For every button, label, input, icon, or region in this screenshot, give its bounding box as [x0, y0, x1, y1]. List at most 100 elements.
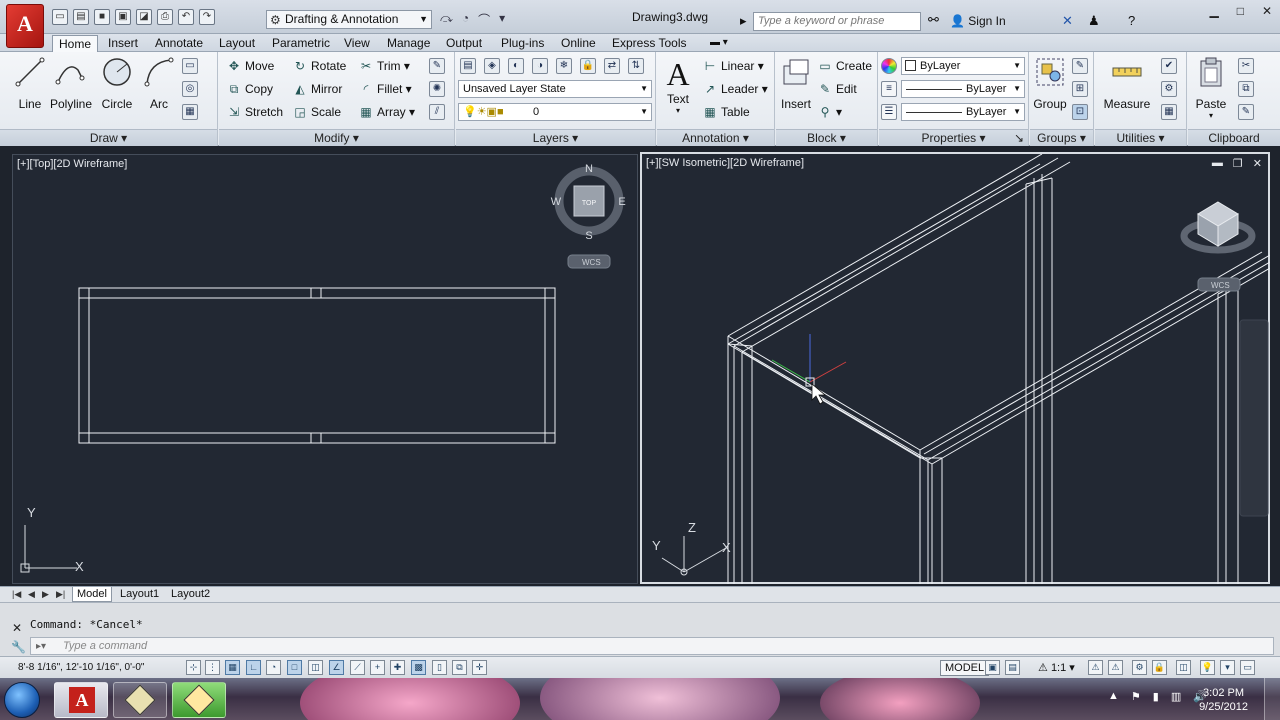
redo-icon[interactable]: ↷	[199, 9, 215, 25]
3d-object-snap-icon[interactable]: ◫	[308, 660, 323, 675]
dynamic-ucs-icon[interactable]: ⟋	[350, 660, 365, 675]
calculator-icon[interactable]: ▦	[1161, 104, 1177, 120]
object-snap-tracking-icon[interactable]: ∠	[329, 660, 344, 675]
layer-walk-icon[interactable]: ⇅	[628, 58, 644, 74]
edit-block-button[interactable]: ✎ Edit	[816, 80, 857, 98]
auto-scale-icon[interactable]: ⚠	[1108, 660, 1123, 675]
publish-icon[interactable]: ◪	[136, 9, 152, 25]
tab-express-tools[interactable]: Express Tools	[606, 35, 692, 52]
create-block-button[interactable]: ▭ Create	[816, 57, 872, 75]
toolbar-lock-icon[interactable]: 🔒	[1152, 660, 1167, 675]
layers-panel-title[interactable]: Layers ▾	[456, 129, 655, 146]
command-input[interactable]: Type a command	[30, 637, 1274, 655]
new-icon[interactable]: ▭	[52, 9, 68, 25]
coordinate-readout[interactable]: 8'-8 1/16", 12'-10 1/16", 0'-0"	[18, 662, 144, 673]
match-clip-icon[interactable]: ✎	[1238, 104, 1254, 120]
network-icon[interactable]: ▥	[1171, 690, 1181, 703]
quick-properties-icon[interactable]: ▯	[432, 660, 447, 675]
minimize-icon[interactable]: ▁	[1209, 4, 1218, 18]
quick-view-drawings-icon[interactable]: ▤	[1005, 660, 1020, 675]
quick-select-icon[interactable]: ✔	[1161, 58, 1177, 74]
linetype-dropdown[interactable]: ByLayer ▼	[901, 103, 1025, 121]
tab-online[interactable]: Online	[555, 35, 602, 52]
stretch-button[interactable]: ⇲ Stretch	[225, 103, 283, 121]
annotation-monitor-icon[interactable]: ✛	[472, 660, 487, 675]
groups-panel-title[interactable]: Groups ▾	[1030, 129, 1093, 146]
text-button[interactable]: A Text ▾	[663, 56, 693, 115]
sign-in-button[interactable]: 👤 Sign In	[950, 14, 1006, 28]
group-edit-icon[interactable]: ⊞	[1072, 81, 1088, 97]
command-close-icon[interactable]: ✕	[12, 621, 22, 635]
first-layout-icon[interactable]: |◀	[12, 589, 21, 600]
mirror-button[interactable]: ◭ Mirror	[291, 80, 342, 98]
snap-mode-icon[interactable]: ⋮	[205, 660, 220, 675]
layer-states-icon[interactable]: ◈	[484, 58, 500, 74]
paste-button[interactable]: Paste ▾	[1192, 56, 1230, 120]
object-snap-icon[interactable]: □	[287, 660, 302, 675]
taskbar-autocad[interactable]: A	[54, 682, 108, 718]
layer-properties-icon[interactable]: ▤	[460, 58, 476, 74]
isometric-viewport[interactable]: [+][SW Isometric][2D Wireframe] ▬ ❐ ✕ WC…	[640, 152, 1270, 584]
taskbar-app-2[interactable]	[113, 682, 167, 718]
save-icon[interactable]: ■	[94, 9, 110, 25]
status-menu-icon[interactable]: ▾	[1220, 660, 1235, 675]
layer-match-icon[interactable]: ⇄	[604, 58, 620, 74]
taskbar-app-3[interactable]	[172, 682, 226, 718]
ribbon-minimize-icon[interactable]: ▬ ▾	[704, 35, 734, 52]
utilities-panel-title[interactable]: Utilities ▾	[1095, 129, 1186, 146]
layer-isolate-icon[interactable]: ◐	[508, 58, 524, 74]
application-menu-button[interactable]: A	[6, 4, 44, 48]
offset-icon[interactable]: ⫽	[429, 104, 445, 120]
polyline-button[interactable]: Polyline	[50, 56, 92, 111]
quick-view-layouts-icon[interactable]: ▣	[985, 660, 1000, 675]
sweep-icon[interactable]: ⌒	[478, 11, 490, 28]
tab-plug-ins[interactable]: Plug-ins	[495, 35, 550, 52]
fillet-button[interactable]: ◜ Fillet ▾	[357, 80, 412, 98]
print-icon[interactable]: ⎙	[157, 9, 173, 25]
tab-view[interactable]: View	[338, 35, 376, 52]
hatch-icon[interactable]: ▦	[182, 104, 198, 120]
linear-dimension-button[interactable]: ⊢ Linear ▾	[701, 57, 764, 75]
erase-icon[interactable]: ✎	[429, 58, 445, 74]
select-similar-icon[interactable]: ⚙	[1161, 81, 1177, 97]
layout-tab-layout2[interactable]: Layout2	[167, 587, 214, 602]
close-icon[interactable]: ✕	[1262, 4, 1272, 18]
start-button[interactable]	[4, 682, 40, 718]
layer-state-dropdown[interactable]: Unsaved Layer State ▼	[458, 80, 652, 98]
system-clock[interactable]: 3:02 PM 9/25/2012	[1199, 686, 1248, 714]
compass-north[interactable]: N	[585, 163, 593, 175]
grid-display-icon[interactable]: ▦	[225, 660, 240, 675]
copy-button[interactable]: ⧉ Copy	[225, 80, 273, 98]
color-dropdown[interactable]: ByLayer ▼	[901, 57, 1025, 75]
save-as-icon[interactable]: ▣	[115, 9, 131, 25]
compass-south[interactable]: S	[585, 230, 592, 242]
measure-button[interactable]: Measure	[1101, 56, 1153, 111]
cut-icon[interactable]: ✂	[1238, 58, 1254, 74]
user-profile-icon[interactable]: ♟	[1088, 13, 1100, 29]
workspace-switching-icon[interactable]: ⚙	[1132, 660, 1147, 675]
top-viewport[interactable]: [+][Top][2D Wireframe] TOP N S E W WCS Y…	[12, 154, 638, 584]
move-button[interactable]: ✥ Move	[225, 57, 274, 75]
transparency-icon[interactable]: ▩	[411, 660, 426, 675]
layer-off-icon[interactable]: ◑	[532, 58, 548, 74]
workspace-dropdown[interactable]: ⚙ Drafting & Annotation ▼	[266, 10, 432, 29]
lineweight-toggle-icon[interactable]: ✚	[390, 660, 405, 675]
undo-icon[interactable]: ↶	[178, 9, 194, 25]
group-button[interactable]: Group	[1032, 56, 1068, 111]
explode-icon[interactable]: ✺	[429, 81, 445, 97]
last-layout-icon[interactable]: ▶|	[56, 589, 65, 600]
lineweight-dropdown[interactable]: ByLayer ▼	[901, 80, 1025, 98]
ungroup-icon[interactable]: ✎	[1072, 58, 1088, 74]
modify-panel-title[interactable]: Modify ▾	[219, 129, 454, 146]
copy-clip-icon[interactable]: ⧉	[1238, 81, 1254, 97]
view-cube-isometric[interactable]: WCS	[1180, 201, 1256, 292]
array-button[interactable]: ▦ Array ▾	[357, 103, 415, 121]
dynamic-input-icon[interactable]: +	[370, 660, 385, 675]
tab-parametric[interactable]: Parametric	[266, 35, 336, 52]
show-desktop-button[interactable]	[1264, 678, 1280, 720]
match-properties-icon[interactable]: ⤼	[440, 11, 453, 28]
tab-insert[interactable]: Insert	[102, 35, 144, 52]
tab-home[interactable]: Home	[52, 35, 99, 53]
view-cube-top[interactable]: TOP	[582, 200, 597, 207]
action-center-icon[interactable]: ⚑	[1131, 690, 1141, 703]
